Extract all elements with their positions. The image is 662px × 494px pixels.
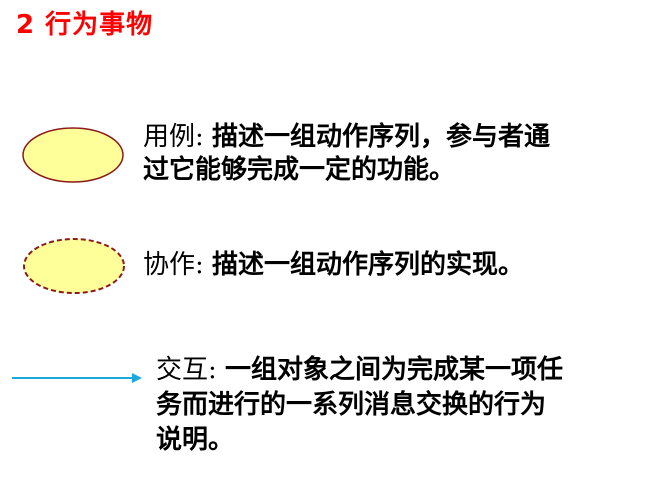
collaboration-description: 协作: 描述一组动作序列的实现。 bbox=[143, 249, 524, 282]
interaction-text-line-1: 一组对象之间为完成某一项任 bbox=[225, 355, 564, 385]
interaction-description: 交互: 一组对象之间为完成某一项任 务而进行的一系列消息交换的行为 说明。 bbox=[156, 353, 563, 458]
interaction-text-line-2: 务而进行的一系列消息交换的行为 bbox=[156, 390, 547, 420]
interaction-term: 交互: bbox=[156, 355, 217, 385]
use-case-text-line-2: 过它能够完成一定的功能。 bbox=[143, 155, 456, 185]
message-arrow-icon bbox=[12, 373, 142, 383]
use-case-term: 用例: bbox=[143, 122, 204, 152]
use-case-text-line-1: 描述一组动作序列，参与者通 bbox=[212, 122, 551, 152]
collaboration-dashed-ellipse-icon bbox=[23, 238, 125, 294]
collaboration-term: 协作: bbox=[143, 250, 204, 280]
use-case-ellipse-icon bbox=[22, 127, 124, 183]
collaboration-text-line-1: 描述一组动作序列的实现。 bbox=[212, 250, 525, 280]
interaction-text-line-3: 说明。 bbox=[156, 425, 235, 455]
use-case-description: 用例: 描述一组动作序列，参与者通 过它能够完成一定的功能。 bbox=[143, 121, 550, 187]
slide: 2 行为事物 用例: 描述一组动作序列，参与者通 过它能够完成一定的功能。 协作… bbox=[0, 0, 662, 494]
